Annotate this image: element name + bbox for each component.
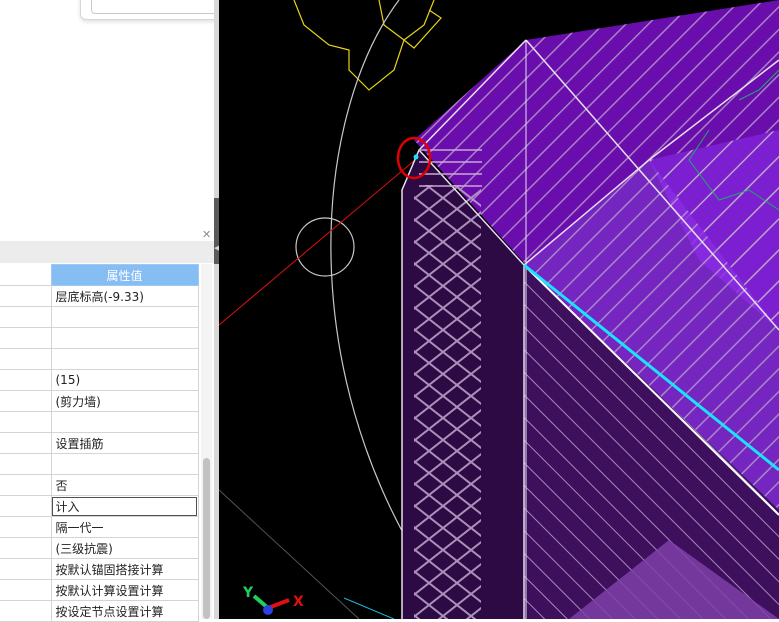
property-name-cell[interactable] — [0, 516, 52, 538]
viewport-canvas[interactable]: Y X — [219, 0, 779, 619]
property-value-cell[interactable]: 否 — [50, 474, 199, 496]
property-value-cell[interactable] — [50, 348, 199, 370]
property-table: 属性值 层底标高(-9.33) (15) (剪力墙) 设置插筋 否 计入 隔一代… — [0, 264, 199, 622]
table-row[interactable]: 按设定节点设置计算 — [0, 600, 199, 622]
table-row[interactable]: 按默认计算设置计算 — [0, 579, 199, 601]
left-panel: ✕ 属性值 层底标高(-9.33) (15) (剪力墙) 设置插筋 否 计入 隔… — [0, 0, 277, 622]
property-value-cell[interactable] — [50, 453, 199, 475]
property-name-cell[interactable] — [0, 453, 52, 475]
cad-viewport[interactable]: Y X — [219, 0, 779, 619]
table-header-row: 属性值 — [0, 264, 199, 286]
axis-triad: Y X — [242, 585, 304, 615]
table-row[interactable]: (剪力墙) — [0, 390, 199, 412]
property-name-cell[interactable] — [0, 285, 52, 307]
table-row[interactable] — [0, 348, 199, 370]
property-name-cell[interactable] — [0, 327, 52, 349]
property-name-header — [0, 264, 51, 286]
property-value-cell[interactable]: (15) — [50, 369, 199, 391]
table-row[interactable]: 隔一代一 — [0, 516, 199, 538]
property-name-cell[interactable] — [0, 495, 52, 517]
wall-left-weave — [414, 185, 481, 619]
circle-marker — [295, 217, 355, 277]
table-row[interactable]: (三级抗震) — [0, 537, 199, 559]
property-name-cell[interactable] — [0, 390, 52, 412]
close-icon[interactable]: ✕ — [202, 229, 211, 241]
property-name-cell[interactable] — [0, 579, 52, 601]
table-row[interactable] — [0, 453, 199, 475]
cyan-line — [343, 597, 395, 619]
property-value-cell[interactable]: 按默认锚固搭接计算 — [50, 558, 199, 580]
table-row[interactable] — [0, 411, 199, 433]
table-row[interactable]: 设置插筋 — [0, 432, 199, 454]
property-value-cell[interactable]: 层底标高(-9.33) — [50, 285, 199, 307]
table-row[interactable]: (15) — [0, 369, 199, 391]
property-name-cell[interactable] — [0, 411, 52, 433]
grey-line — [219, 489, 360, 619]
property-value-cell[interactable] — [50, 306, 199, 328]
property-panel-title-bar — [0, 241, 214, 263]
scrollbar-thumb[interactable] — [203, 458, 210, 619]
property-value-cell[interactable]: 按设定节点设置计算 — [50, 600, 199, 622]
table-row[interactable]: 按默认锚固搭接计算 — [0, 558, 199, 580]
cyan-dot — [413, 154, 419, 160]
property-name-cell[interactable] — [0, 369, 52, 391]
axis-x-label: X — [293, 594, 304, 610]
property-name-cell[interactable] — [0, 306, 52, 328]
property-name-cell[interactable] — [0, 348, 52, 370]
property-value-input[interactable]: 计入 — [50, 495, 199, 517]
property-value-cell[interactable] — [50, 327, 199, 349]
table-row[interactable] — [0, 327, 199, 349]
property-value-cell[interactable]: 按默认计算设置计算 — [50, 579, 199, 601]
property-name-cell[interactable] — [0, 537, 52, 559]
property-value-cell[interactable]: (剪力墙) — [50, 390, 199, 412]
property-name-cell[interactable] — [0, 474, 52, 496]
table-row[interactable]: 否 — [0, 474, 199, 496]
table-row[interactable] — [0, 306, 199, 328]
property-value-cell[interactable]: (三级抗震) — [50, 537, 199, 559]
property-value-header: 属性值 — [50, 264, 199, 286]
property-name-cell[interactable] — [0, 558, 52, 580]
table-row[interactable]: 层底标高(-9.33) — [0, 285, 199, 307]
property-value-cell[interactable]: 隔一代一 — [50, 516, 199, 538]
red-axis-line — [219, 159, 416, 326]
table-row[interactable]: 计入 — [0, 495, 199, 517]
property-value-cell[interactable] — [50, 411, 199, 433]
property-name-cell[interactable] — [0, 432, 52, 454]
property-name-cell[interactable] — [0, 600, 52, 622]
property-value-cell[interactable]: 设置插筋 — [50, 432, 199, 454]
axis-y-label: Y — [242, 585, 254, 601]
yellow-contour-line — [293, 0, 435, 91]
